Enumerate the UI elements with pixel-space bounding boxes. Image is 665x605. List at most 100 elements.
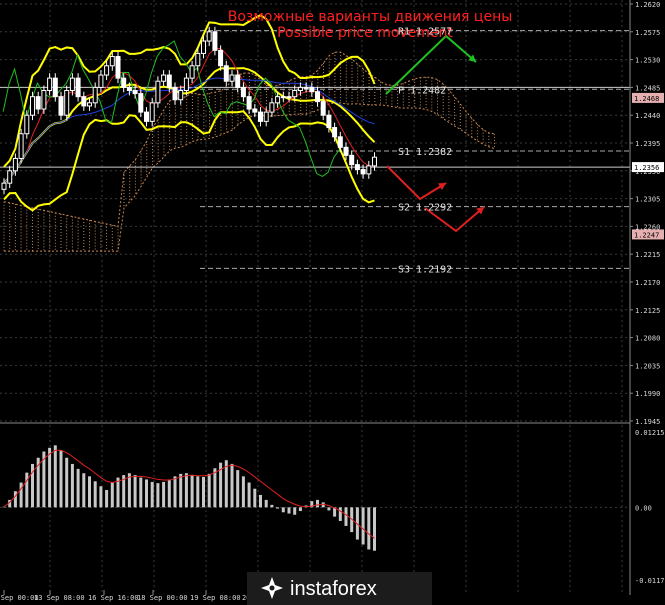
candle-body (286, 96, 292, 99)
candle-body (41, 89, 47, 110)
pivot-label-r1: R1 1.2577 (398, 27, 452, 38)
chart-background (0, 0, 665, 605)
pivot-label-s3: S3 1.2192 (398, 264, 452, 275)
candle-body (201, 40, 206, 54)
candle-body (172, 86, 178, 101)
candle-body (7, 170, 13, 184)
candle-body (218, 49, 224, 67)
time-tick-label: 16 Sep 16:00 (88, 594, 139, 602)
time-tick-label: 18 Sep 00:00 (137, 594, 188, 602)
price-tag-label: 1.2356 (634, 164, 659, 172)
price-tick-label: 1.2170 (635, 279, 660, 287)
candle-body (212, 31, 218, 51)
candle-body (240, 86, 246, 98)
candle-body (24, 114, 30, 135)
candle-body (235, 74, 241, 88)
candle-body (155, 80, 161, 104)
logo-text: instaforex (290, 578, 377, 600)
candle-body (297, 86, 303, 91)
candle-body (87, 102, 92, 107)
candle-body (246, 96, 252, 110)
price-tick-label: 1.2305 (635, 196, 660, 204)
candle-body (315, 91, 320, 103)
candle-body (144, 111, 149, 122)
candle-body (132, 89, 138, 95)
candle-body (18, 133, 24, 159)
price-tick-label: 1.2575 (635, 29, 660, 37)
candle-body (138, 93, 144, 113)
price-tick-label: 1.2215 (635, 251, 660, 259)
price-tick-label: 1.1990 (635, 390, 660, 398)
price-tag-label: 1.2247 (634, 231, 659, 239)
candle-body (229, 74, 235, 82)
candle-body (104, 65, 110, 76)
candle-body (343, 146, 349, 156)
candle-body (35, 96, 41, 110)
title-russian: Возможные варианты движения цены (228, 9, 513, 25)
pivot-label-s1: S1 1.2382 (398, 147, 452, 158)
candle-body (366, 165, 372, 175)
candle-body (30, 96, 35, 116)
candle-body (263, 111, 269, 122)
candle-body (252, 108, 258, 113)
price-tick-label: 1.2035 (635, 362, 660, 370)
candle-body (332, 127, 338, 138)
candle-body (98, 74, 104, 88)
price-tick-label: 1.2620 (635, 1, 660, 9)
candle-body (69, 77, 75, 91)
candle-body (206, 31, 212, 42)
osc-tick-label: 0.00 (635, 504, 652, 512)
candle-body (75, 77, 81, 98)
osc-tick-label: -0.01172 (635, 577, 665, 585)
time-tick-label: 19 Sep 08:00 (190, 594, 241, 602)
pivot-label-p: P 1.2482 (398, 85, 446, 96)
candle-body (275, 96, 281, 104)
candle-body (258, 111, 263, 122)
candle-body (183, 77, 189, 91)
candle-body (337, 136, 343, 148)
candle-body (1, 182, 7, 190)
price-tick-label: 1.1945 (635, 418, 660, 426)
candle-body (126, 86, 132, 91)
price-chart: Возможные варианты движения цены Possibl… (0, 0, 665, 605)
candle-body (81, 96, 87, 107)
candle-body (161, 74, 167, 82)
candle-body (149, 102, 155, 122)
candle-body (58, 96, 64, 116)
candle-body (166, 74, 172, 88)
time-tick-label: 13 Sep 08:00 (34, 594, 85, 602)
candle-body (372, 156, 377, 167)
instaforex-logo: instaforex (247, 572, 432, 605)
candle-body (64, 89, 70, 116)
candle-body (52, 77, 58, 98)
candle-body (121, 77, 127, 88)
price-tick-label: 1.2530 (635, 57, 660, 65)
candle-body (354, 164, 360, 171)
candle-body (320, 101, 326, 116)
price-tick-label: 1.2080 (635, 335, 660, 343)
price-tick-label: 1.2440 (635, 112, 660, 120)
candle-body (109, 56, 115, 67)
candle-body (326, 114, 332, 129)
price-tick-label: 1.2125 (635, 307, 660, 315)
price-tick-label: 1.2485 (635, 84, 660, 92)
candle-body (303, 86, 309, 89)
osc-tick-label: 0.01215 (635, 429, 665, 437)
candle-body (269, 102, 275, 113)
candle-body (178, 89, 184, 101)
price-tick-label: 1.2395 (635, 140, 660, 148)
candle-body (309, 86, 315, 93)
candle-body (195, 52, 201, 67)
candle-body (47, 77, 53, 91)
time-tick-label: 12 Sep 00:00 (0, 594, 39, 602)
candle-body (92, 86, 98, 104)
candle-body (189, 65, 195, 79)
candle-body (223, 65, 229, 82)
candle-body (349, 154, 355, 166)
candle-body (360, 169, 366, 175)
candle-body (292, 89, 298, 98)
candle-body (115, 56, 121, 79)
pivot-label-s2: S2 1.2292 (398, 203, 452, 214)
candle-body (280, 96, 286, 99)
candle-body (12, 157, 18, 172)
